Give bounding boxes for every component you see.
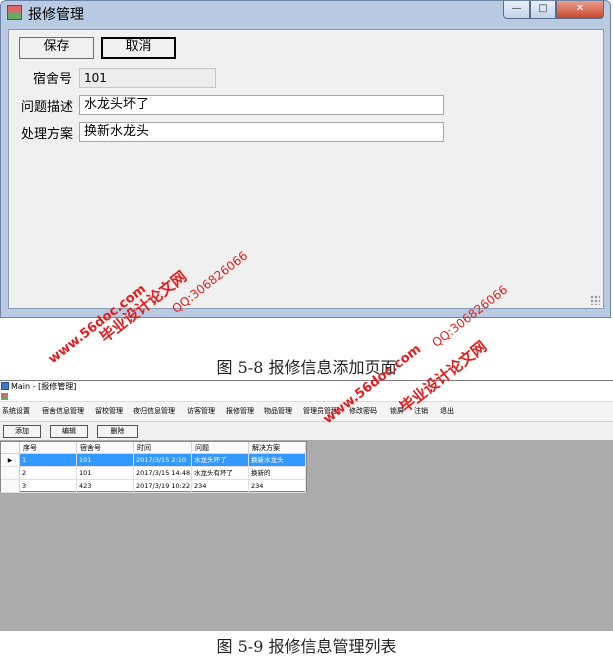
main-app-icon	[1, 382, 9, 390]
save-button[interactable]: 保存	[19, 37, 94, 59]
solution-label: 处理方案	[21, 127, 74, 142]
menu-stay-school[interactable]: 留校管理	[95, 402, 123, 421]
table-cell[interactable]: 水龙头坏了	[192, 454, 249, 467]
table-cell[interactable]: 101	[77, 467, 134, 480]
table-cell[interactable]: 423	[77, 480, 134, 493]
table-cell[interactable]: 234	[192, 480, 249, 493]
repair-edit-window: 报修管理 — □ ✕ 保存 取消 宿舍号 101 问题描述 水龙头坏了 处理方案…	[0, 0, 611, 318]
add-button[interactable]: 添加	[3, 425, 41, 438]
delete-button[interactable]: 删除	[97, 425, 138, 438]
window-title: 报修管理	[28, 7, 84, 23]
table-cell[interactable]: 3	[20, 480, 77, 493]
table-cell[interactable]: 234	[249, 480, 306, 493]
column-header[interactable]: 宿舍号	[77, 442, 134, 454]
menu-system-settings[interactable]: 系统设置	[2, 402, 30, 421]
maximize-button[interactable]: □	[530, 1, 556, 19]
figure-caption-2: 图 5-9 报修信息管理列表	[216, 637, 397, 656]
table-cell[interactable]: 2	[20, 467, 77, 480]
menu-bar: 系统设置 宿舍信息管理 留校管理 夜归信息管理 访客管理 报修管理 物品管理 管…	[0, 402, 613, 422]
table-cell[interactable]: 水龙头有坏了	[192, 467, 249, 480]
table-row[interactable]: 2 101 2017/3/15 14:48 水龙头有坏了 换新的	[1, 467, 306, 480]
menu-visitors[interactable]: 访客管理	[187, 402, 215, 421]
toolbar: 添加 编辑 删除	[0, 422, 613, 440]
table-row[interactable]: 3 423 2017/3/19 10:22 234 234	[1, 480, 306, 493]
child-window-icon[interactable]	[1, 393, 8, 400]
row-header[interactable]	[1, 480, 20, 493]
problem-label: 问题描述	[21, 100, 74, 115]
figure-caption-1: 图 5-8 报修信息添加页面	[216, 358, 397, 377]
solution-field[interactable]: 换新水龙头	[79, 122, 444, 142]
table-cell[interactable]: 换新水龙头	[249, 454, 306, 467]
minimize-button[interactable]: —	[503, 1, 530, 19]
edit-button[interactable]: 编辑	[50, 425, 88, 438]
mdi-child-bar	[0, 392, 613, 402]
table-cell[interactable]: 2017/3/15 2:10	[134, 454, 192, 467]
menu-repairs[interactable]: 报修管理	[226, 402, 254, 421]
menu-dorm-info[interactable]: 宿舍信息管理	[42, 402, 84, 421]
table-cell[interactable]: 2017/3/19 10:22	[134, 480, 192, 493]
menu-exit[interactable]: 退出	[440, 402, 454, 421]
problem-field[interactable]: 水龙头坏了	[79, 95, 444, 115]
row-header[interactable]	[1, 467, 20, 480]
dorm-label: 宿舍号	[33, 72, 73, 87]
main-title-bar[interactable]: Main - [报修管理]	[0, 381, 613, 392]
column-header[interactable]: 解决方案	[249, 442, 306, 454]
main-window: Main - [报修管理] 系统设置 宿舍信息管理 留校管理 夜归信息管理 访客…	[0, 380, 613, 631]
repair-table: 序号 宿舍号 时间 问题 解决方案 ▶ 1 101 2017/3/15 2:10…	[0, 441, 307, 493]
main-window-title: Main - [报修管理]	[11, 382, 77, 391]
resize-grip-icon[interactable]	[590, 295, 600, 305]
cancel-button[interactable]: 取消	[101, 37, 176, 59]
column-header[interactable]: 问题	[192, 442, 249, 454]
table-cell[interactable]: 101	[77, 454, 134, 467]
column-header[interactable]: 序号	[20, 442, 77, 454]
dorm-field[interactable]: 101	[79, 68, 216, 88]
menu-items[interactable]: 物品管理	[264, 402, 292, 421]
table-cell[interactable]: 1	[20, 454, 77, 467]
table-cell[interactable]: 2017/3/15 14:48	[134, 467, 192, 480]
close-button[interactable]: ✕	[556, 1, 604, 19]
app-icon	[7, 5, 22, 20]
form-area: 保存 取消 宿舍号 101 问题描述 水龙头坏了 处理方案 换新水龙头	[8, 29, 604, 309]
column-header[interactable]: 时间	[134, 442, 192, 454]
row-header-corner	[1, 442, 20, 454]
selected-row-arrow-icon[interactable]: ▶	[1, 454, 20, 467]
table-row[interactable]: ▶ 1 101 2017/3/15 2:10 水龙头坏了 换新水龙头	[1, 454, 306, 467]
menu-night-return[interactable]: 夜归信息管理	[133, 402, 175, 421]
table-cell[interactable]: 换新的	[249, 467, 306, 480]
